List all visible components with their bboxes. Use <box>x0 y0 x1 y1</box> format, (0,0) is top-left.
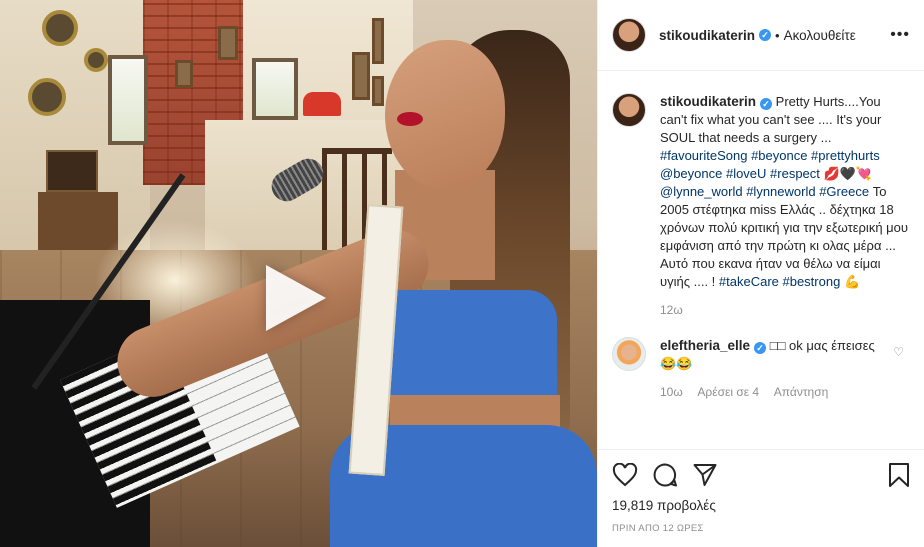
share-icon[interactable] <box>692 462 718 488</box>
author-avatar[interactable] <box>612 18 646 52</box>
more-icon[interactable]: ••• <box>890 26 910 44</box>
caption-tags-3[interactable]: #takeCare #bestrong <box>719 274 840 289</box>
blue-top <box>372 290 557 410</box>
action-icons <box>612 460 910 490</box>
view-count[interactable]: 19,819 προβολές <box>612 498 910 513</box>
wall-picture <box>175 60 193 88</box>
comment: eleftheria_elle ✓ □□ ok μας έπεισες 😂😂 10… <box>612 337 910 399</box>
caption-emoji: 💋🖤💘 <box>823 166 873 181</box>
comments-section: stikoudikaterin ✓ Pretty Hurts....You can… <box>598 71 924 449</box>
wall-picture <box>372 18 384 64</box>
caption-age[interactable]: 12ω <box>660 303 910 317</box>
post-video[interactable] <box>0 0 597 547</box>
wall-picture <box>218 26 238 60</box>
verified-icon: ✓ <box>754 342 767 354</box>
caption-emoji-end: 💪 <box>843 274 861 289</box>
window <box>252 58 298 120</box>
singer-lips <box>397 112 423 126</box>
commenter-avatar[interactable] <box>612 337 646 371</box>
comment-like-icon[interactable]: ♡ <box>893 345 904 359</box>
post-sidebar: stikoudikaterin ✓ • Ακολουθείτε ••• stik… <box>597 0 924 547</box>
comment-meta: 10ω Αρέσει σε 4 Απάντηση <box>660 385 890 399</box>
bookmark-icon[interactable] <box>888 462 910 488</box>
play-icon[interactable] <box>266 265 326 331</box>
comment-reply[interactable]: Απάντηση <box>774 385 829 399</box>
comment-age[interactable]: 10ω <box>660 385 683 399</box>
caption: stikoudikaterin ✓ Pretty Hurts....You can… <box>612 93 910 317</box>
caption-username[interactable]: stikoudikaterin <box>660 94 756 109</box>
author-username[interactable]: stikoudikaterin <box>659 28 755 43</box>
post-header: stikoudikaterin ✓ • Ακολουθείτε ••• <box>598 0 924 71</box>
post-time[interactable]: ΠΡΙΝ ΑΠΟ 12 ΩΡΕΣ <box>612 523 910 534</box>
red-lamp <box>303 92 341 116</box>
author-info: stikoudikaterin ✓ • Ακολουθείτε <box>659 28 856 43</box>
wall-picture <box>352 52 370 100</box>
wooden-chest <box>46 150 98 192</box>
heart-icon[interactable] <box>612 463 638 487</box>
comment-likes[interactable]: Αρέσει σε 4 <box>697 385 759 399</box>
verified-icon: ✓ <box>760 98 773 110</box>
instagram-post: stikoudikaterin ✓ • Ακολουθείτε ••• stik… <box>0 0 924 547</box>
verified-icon: ✓ <box>759 29 772 41</box>
caption-tags-2[interactable]: #lynneworld #Greece <box>746 184 869 199</box>
action-bar: 19,819 προβολές ΠΡΙΝ ΑΠΟ 12 ΩΡΕΣ <box>598 449 924 547</box>
commenter-username[interactable]: eleftheria_elle <box>660 338 750 353</box>
separator-dot: • <box>775 27 780 43</box>
window <box>108 55 148 145</box>
wall-plate <box>28 78 66 116</box>
wall-picture <box>372 76 384 106</box>
comment-icon[interactable] <box>652 462 678 488</box>
follow-status[interactable]: Ακολουθείτε <box>784 28 856 43</box>
wall-plate <box>42 10 78 46</box>
wall-plate <box>84 48 108 72</box>
author-avatar[interactable] <box>612 93 646 127</box>
caption-text: stikoudikaterin ✓ Pretty Hurts....You can… <box>660 93 910 291</box>
comment-text: eleftheria_elle ✓ □□ ok μας έπεισες 😂😂 <box>660 337 890 373</box>
caption-mention[interactable]: @lynne_world <box>660 184 743 199</box>
